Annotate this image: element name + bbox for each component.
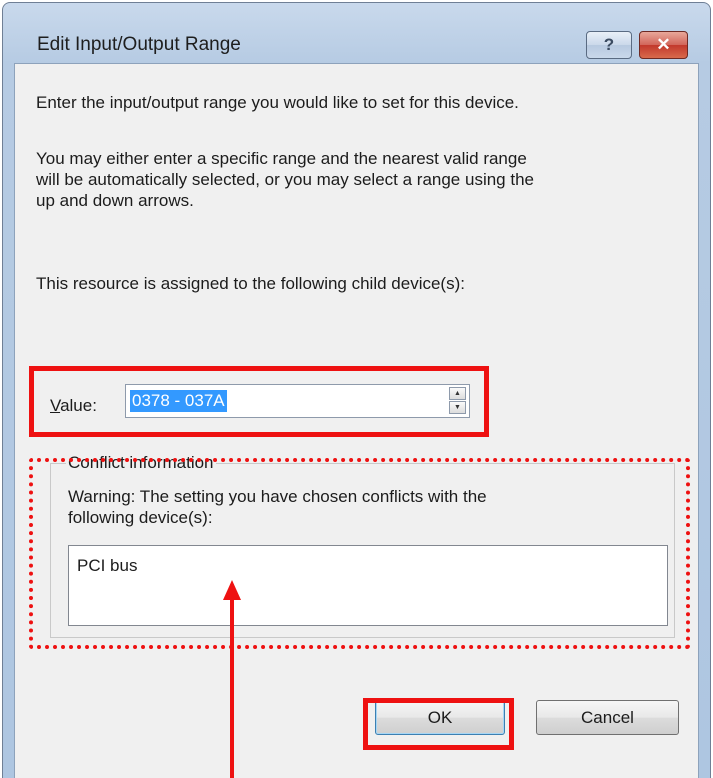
conflict-highlight-box xyxy=(29,458,690,649)
close-button[interactable]: ✕ xyxy=(639,31,688,59)
help-icon: ? xyxy=(603,35,615,54)
instructions-line-1: You may either enter a specific range an… xyxy=(36,149,527,168)
window-title: Edit Input/Output Range xyxy=(37,34,241,55)
instructions-line-3: up and down arrows. xyxy=(36,191,194,210)
close-icon: ✕ xyxy=(656,35,671,54)
value-highlight-box xyxy=(29,366,489,437)
child-devices-text: This resource is assigned to the followi… xyxy=(36,274,465,293)
cancel-button[interactable]: Cancel xyxy=(536,700,679,735)
intro-text: Enter the input/output range you would l… xyxy=(36,93,519,112)
arrow-annotation-line xyxy=(230,595,234,778)
help-button[interactable]: ? xyxy=(586,31,632,59)
title-bar[interactable]: Edit Input/Output Range ? ✕ xyxy=(3,3,710,63)
cancel-button-label: Cancel xyxy=(581,707,634,727)
instructions-line-2: will be automatically selected, or you m… xyxy=(36,170,534,189)
ok-highlight-box xyxy=(363,698,514,750)
